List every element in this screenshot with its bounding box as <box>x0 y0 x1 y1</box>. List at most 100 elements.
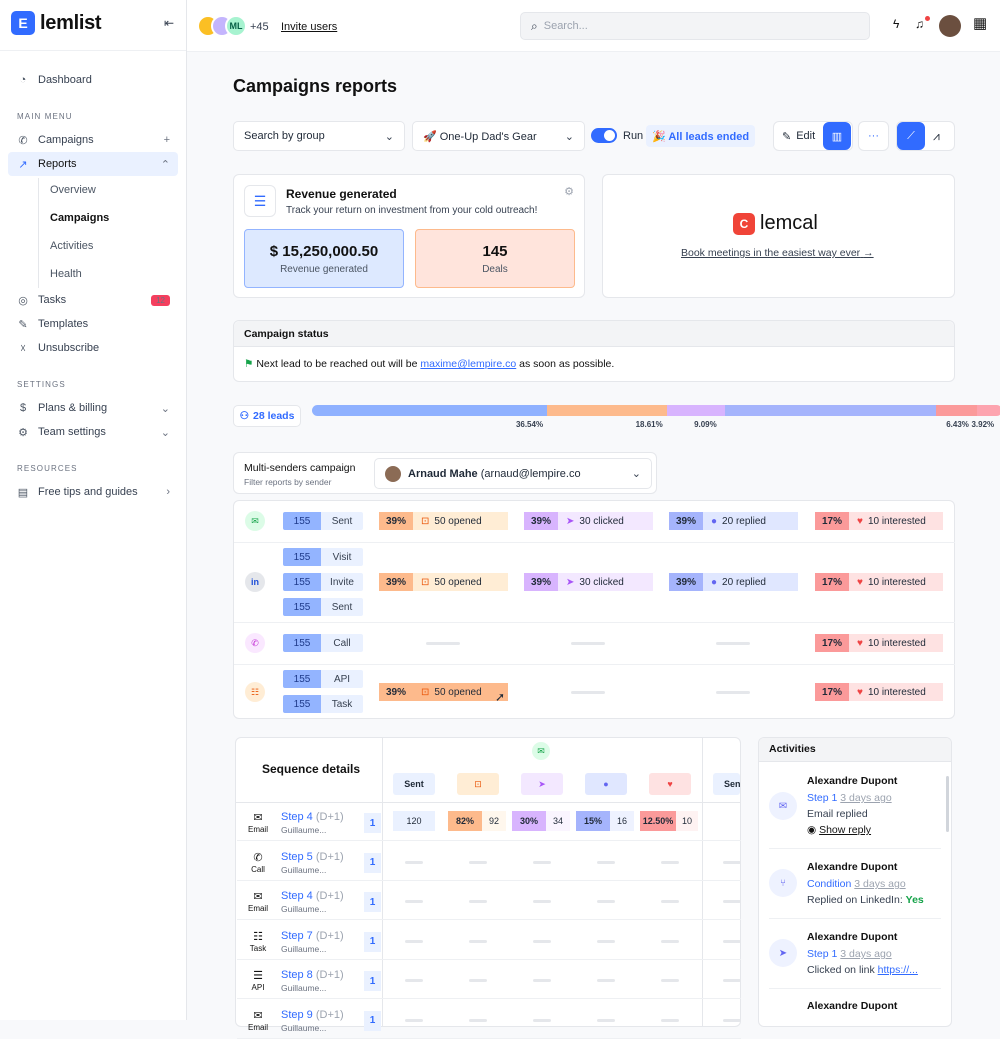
step-name[interactable]: Step 7 (D+1) <box>281 930 344 942</box>
apps-grid-icon[interactable]: ▦ <box>973 14 987 32</box>
step-name[interactable]: Step 4 (D+1) <box>281 811 344 823</box>
campaign-select[interactable]: 🚀 One-Up Dad's Gear ⌄ <box>412 121 585 151</box>
col-clicked[interactable]: ➤ <box>521 773 563 795</box>
collapse-sidebar-icon[interactable]: ⇤ <box>164 16 174 30</box>
opened-stat-hovered[interactable]: 39% ⊡ 50 opened <box>379 683 508 701</box>
status-header <box>234 321 954 347</box>
extra-users-count: +45 <box>250 21 269 33</box>
nav-dashboard[interactable]: ◔ Dashboard <box>8 68 178 92</box>
leads-segment[interactable] <box>312 405 547 416</box>
leads-segment[interactable] <box>546 405 667 416</box>
step-name[interactable]: Step 8 (D+1) <box>281 969 344 981</box>
activities-scrollbar[interactable] <box>946 776 949 832</box>
mouse-cursor-icon: ➚ <box>495 690 506 704</box>
step-name[interactable]: Step 4 (D+1) <box>281 890 344 902</box>
invite-users-link[interactable]: Invite users <box>281 21 337 33</box>
activity-link[interactable]: https://... <box>878 964 918 976</box>
clicked-stat: 39% ➤ 30 clicked <box>524 512 653 530</box>
sequence-row[interactable]: ☰ API Step 8 (D+1) Guillaume... 1 <box>237 961 741 999</box>
empty-placeholder <box>469 860 487 864</box>
empty-placeholder <box>571 642 605 645</box>
chevron-down-icon[interactable]: ⌄ <box>161 426 170 439</box>
leads-segment[interactable] <box>666 405 726 416</box>
step-sender: Guillaume... <box>281 864 327 875</box>
sequence-row[interactable]: ✉ Email Step 4 (D+1) Guillaume... 1 <box>237 882 741 920</box>
search-bar[interactable]: ⌕ Search... <box>520 12 870 40</box>
app-logo[interactable]: E lemlist <box>11 11 102 35</box>
empty-placeholder <box>597 900 615 903</box>
sender-select[interactable]: Arnaud Mahe (arnaud@lempire.co ⌄ <box>374 458 652 489</box>
li-visit-label: Visit <box>321 548 363 566</box>
run-toggle[interactable] <box>591 128 617 143</box>
nav-reports[interactable]: ↗ Reports ⌃ <box>8 152 178 176</box>
profile-avatar[interactable] <box>939 15 961 37</box>
clicked-chip: ➤ 30 clicked <box>558 512 653 530</box>
interested-count: 10 interested <box>867 576 926 588</box>
area-chart-button[interactable]: ⩘ <box>933 129 940 144</box>
col-replied[interactable]: ● <box>585 773 627 795</box>
sequence-row[interactable]: ☷ Task Step 7 (D+1) Guillaume... 1 <box>237 922 741 960</box>
col-sent[interactable]: Sent <box>393 773 435 795</box>
more-button[interactable]: ··· <box>858 121 889 151</box>
leads-segment[interactable] <box>977 405 1000 416</box>
opened-stat: 39% ⊡ 50 opened <box>379 573 508 591</box>
nav-tasks[interactable]: ◎ Tasks 12 <box>8 288 178 312</box>
chat-icon: ● <box>603 779 609 789</box>
activity-item[interactable]: Alexandre Dupont <box>769 1000 944 1020</box>
nav-free-tips[interactable]: ▤ Free tips and guides › <box>8 480 178 504</box>
subnav-activities[interactable]: Activities <box>50 240 93 252</box>
nav-templates[interactable]: ✎ Templates <box>8 312 178 336</box>
divider <box>234 542 955 543</box>
activity-step-label: Step 1 <box>807 948 838 960</box>
leads-segment[interactable] <box>935 405 978 416</box>
phone-channel-icon: ✆ <box>245 633 265 653</box>
interested-pct: 17% <box>815 634 849 652</box>
replied-chip: ● 20 replied <box>703 512 798 530</box>
bell-icon[interactable]: ♫ <box>915 17 924 31</box>
leads-count-badge: ⚇ 28 leads <box>233 405 301 427</box>
activity-item[interactable]: ⑂ Alexandre Dupont Condition 3 days ago … <box>769 861 944 919</box>
nav-unsubscribe[interactable]: ☓ Unsubscribe <box>8 336 178 360</box>
sequence-row[interactable]: ✆ Call Step 5 (D+1) Guillaume... 1 <box>237 843 741 881</box>
chevron-down-icon[interactable]: ⌄ <box>161 402 170 415</box>
col-opened[interactable]: ⊡ <box>457 773 499 795</box>
subnav-health[interactable]: Health <box>50 268 82 280</box>
add-campaign-icon[interactable]: + <box>164 134 170 146</box>
step-name[interactable]: Step 9 (D+1) <box>281 1009 344 1021</box>
col-sent-next[interactable]: Sen <box>713 773 740 795</box>
activity-item[interactable]: ✉ Alexandre Dupont Step 1 3 days ago Ema… <box>769 775 944 845</box>
sender-avatar <box>385 465 401 482</box>
nav-team-settings[interactable]: ⚙ Team settings ⌄ <box>8 420 178 444</box>
chevron-up-icon[interactable]: ⌃ <box>161 158 170 171</box>
interested-chip: ♥ 10 interested <box>849 512 943 530</box>
group-select[interactable]: Search by group ⌄ <box>233 121 405 151</box>
settings-gear-icon[interactable]: ⚙ <box>564 185 574 198</box>
step-name[interactable]: Step 5 (D+1) <box>281 851 344 863</box>
nav-campaigns[interactable]: ✆ Campaigns + <box>8 128 178 152</box>
step-label: Step 5 <box>281 850 313 863</box>
report-view-button[interactable]: ▥ <box>823 122 851 150</box>
empty-placeholder <box>723 979 741 982</box>
leads-segment[interactable] <box>725 405 936 416</box>
edit-button[interactable]: Edit <box>796 130 815 142</box>
step-label: Step 4 <box>281 890 313 902</box>
activity-item[interactable]: ➤ Alexandre Dupont Step 1 3 days ago Cli… <box>769 931 944 989</box>
subnav-overview[interactable]: Overview <box>50 184 96 196</box>
lightning-icon[interactable]: ϟ <box>893 17 899 31</box>
search-input[interactable]: Search... <box>544 20 588 32</box>
nav-plans-billing[interactable]: $ Plans & billing ⌄ <box>8 396 178 420</box>
empty-placeholder <box>533 939 551 943</box>
subnav-campaigns[interactable]: Campaigns <box>50 212 109 224</box>
status-email-link[interactable]: maxime@lempire.co <box>420 358 516 370</box>
line-chart-button[interactable]: ⟋ <box>897 122 925 150</box>
user-avatar-initials[interactable]: ML <box>225 15 247 37</box>
show-reply-link[interactable]: ◉ Show reply <box>807 824 871 836</box>
lemcal-link[interactable]: Book meetings in the easiest way ever → <box>681 247 874 259</box>
activity-name: Alexandre Dupont <box>807 1000 898 1012</box>
chevron-right-icon[interactable]: › <box>166 486 170 498</box>
opened-pct: 39% <box>379 573 413 591</box>
step-type: API <box>251 983 265 992</box>
empty-placeholder <box>405 939 423 943</box>
col-interested[interactable]: ♥ <box>649 773 691 795</box>
nav-label: Tasks <box>38 294 67 306</box>
